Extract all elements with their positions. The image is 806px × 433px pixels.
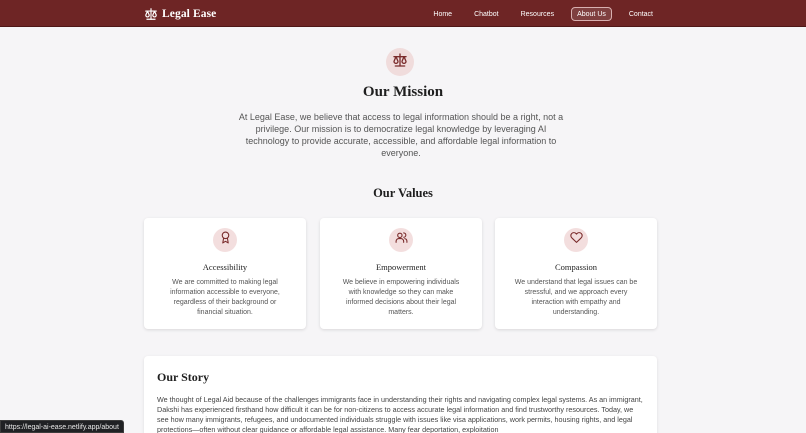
brand-name: Legal Ease [162,8,217,20]
nav-about-us[interactable]: About Us [571,7,612,21]
users-icon [395,231,408,249]
value-text: We understand that legal issues can be s… [514,279,638,316]
nav-resources[interactable]: Resources [516,8,559,21]
value-text: We believe in empowering individuals wit… [342,279,460,316]
nav-home[interactable]: Home [428,8,457,21]
mission-title: Our Mission [362,84,444,100]
nav-contact[interactable]: Contact [624,8,658,21]
heart-icon [569,231,583,249]
value-icon-circle [564,228,588,252]
value-card-accessibility: Accessibility We are committed to making… [144,218,306,329]
value-text: We are committed to making legal informa… [170,279,280,316]
status-bar-url: https://legal-ai-ease.netlify.app/about [0,420,124,433]
value-icon-circle [213,228,237,252]
value-title: Accessibility [202,262,248,272]
value-title: Empowerment [375,262,427,272]
nav-chatbot[interactable]: Chatbot [469,8,504,21]
mission-text: At Legal Ease, we believe that access to… [238,112,564,158]
value-icon-circle [389,228,413,252]
top-navbar: Legal Ease Home Chatbot Resources About … [0,0,806,27]
story-title: Our Story [157,370,210,384]
nav-links: Home Chatbot Resources About Us Contact [428,6,658,22]
scales-icon [144,7,158,21]
brand-logo-link[interactable]: Legal Ease [144,6,216,22]
scales-icon [392,52,408,73]
value-card-empowerment: Empowerment We believe in empowering ind… [320,218,482,329]
mission-icon-circle [386,48,414,76]
story-text: We thought of Legal Aid because of the c… [157,395,643,433]
story-card: Our Story We thought of Legal Aid becaus… [144,356,657,433]
value-title: Compassion [554,262,598,272]
award-icon [219,231,232,249]
value-card-compassion: Compassion We understand that legal issu… [495,218,657,329]
values-title: Our Values [373,186,433,200]
